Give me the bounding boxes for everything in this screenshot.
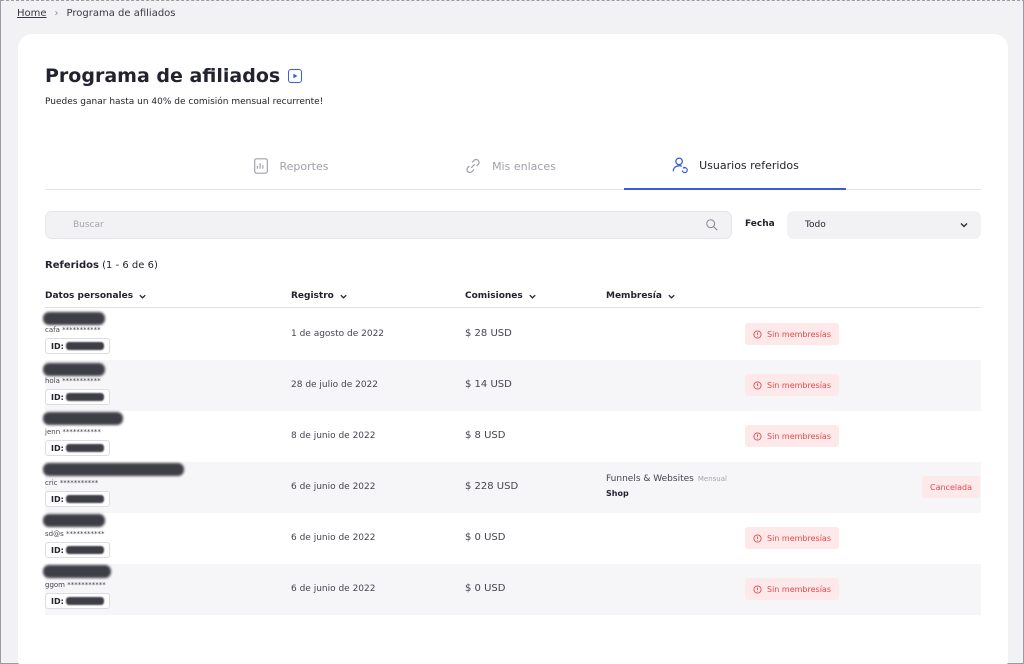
redacted-id bbox=[65, 393, 104, 401]
user-id-badge: ID: bbox=[45, 389, 110, 405]
breadcrumb-home-link[interactable]: Home bbox=[17, 8, 47, 19]
registration-date: 1 de agosto de 2022 bbox=[291, 329, 385, 339]
search-box bbox=[45, 211, 732, 239]
referrals-count: (1 - 6 de 6) bbox=[102, 260, 158, 271]
membership-plan: Mensual bbox=[697, 475, 727, 483]
chevron-down-icon bbox=[139, 294, 146, 299]
date-filter-label: Fecha bbox=[745, 219, 775, 229]
redacted-name bbox=[43, 412, 123, 425]
table-row[interactable]: jenn *********** ID: 8 de junio de 2022 … bbox=[43, 411, 981, 462]
main-card: Programa de afiliados Puedes ganar hasta… bbox=[18, 34, 1008, 664]
commission-amount: $ 0 USD bbox=[465, 532, 506, 543]
link-icon bbox=[466, 158, 480, 174]
page-title-text: Programa de afiliados bbox=[45, 65, 281, 87]
page-title: Programa de afiliados bbox=[45, 65, 303, 87]
redacted-name bbox=[43, 363, 105, 376]
user-referral-icon bbox=[672, 157, 688, 174]
user-email: ggom *********** bbox=[45, 581, 106, 589]
redacted-id bbox=[65, 597, 104, 605]
top-border bbox=[1, 0, 1024, 1]
user-email: sd@s *********** bbox=[45, 530, 105, 538]
table-header: Datos personales Registro Comisiones Mem… bbox=[45, 288, 981, 308]
user-id-badge: ID: bbox=[45, 491, 110, 507]
user-email: hola *********** bbox=[45, 377, 101, 385]
user-id-badge: ID: bbox=[45, 542, 110, 558]
table-row[interactable]: ggom *********** ID: 6 de junio de 2022 … bbox=[43, 564, 981, 615]
status-badge-cancelled: Cancelada bbox=[922, 476, 980, 498]
chevron-right-icon: › bbox=[54, 8, 59, 19]
alert-circle-icon bbox=[753, 431, 762, 441]
table-row[interactable]: cric *********** ID: 6 de junio de 2022 … bbox=[43, 462, 981, 513]
commission-amount: $ 14 USD bbox=[465, 379, 512, 390]
redacted-id bbox=[65, 495, 104, 503]
breadcrumb-current: Programa de afiliados bbox=[66, 8, 176, 19]
column-registro[interactable]: Registro bbox=[291, 291, 348, 301]
user-email: cafa *********** bbox=[45, 326, 101, 334]
user-id-badge: ID: bbox=[45, 338, 110, 354]
referrals-title: Referidos bbox=[45, 260, 99, 271]
alert-circle-icon bbox=[753, 329, 762, 339]
search-input[interactable] bbox=[46, 212, 666, 238]
report-icon bbox=[253, 158, 268, 174]
status-badge: Sin membresías bbox=[745, 578, 839, 600]
registration-date: 6 de junio de 2022 bbox=[291, 482, 376, 492]
play-video-icon[interactable] bbox=[288, 69, 303, 83]
commission-amount: $ 8 USD bbox=[465, 430, 506, 441]
membership-product: Shop bbox=[606, 489, 629, 498]
redacted-name bbox=[43, 463, 184, 476]
chevron-down-icon bbox=[529, 294, 536, 299]
column-datos-personales[interactable]: Datos personales bbox=[45, 291, 147, 301]
redacted-name bbox=[43, 565, 111, 578]
user-email: cric *********** bbox=[45, 479, 99, 487]
user-id-badge: ID: bbox=[45, 593, 110, 609]
user-id-badge: ID: bbox=[45, 440, 110, 456]
date-filter-select[interactable]: Todo bbox=[787, 211, 981, 239]
alert-circle-icon bbox=[753, 380, 762, 390]
alert-circle-icon bbox=[753, 533, 762, 543]
alert-circle-icon bbox=[753, 584, 762, 594]
commission-amount: $ 0 USD bbox=[465, 583, 506, 594]
table-row[interactable]: hola *********** ID: 28 de julio de 2022… bbox=[43, 360, 981, 411]
user-email: jenn *********** bbox=[45, 428, 101, 436]
tab-bar: Reportes Mis enlaces Usuarios referidos bbox=[45, 142, 981, 190]
registration-date: 28 de julio de 2022 bbox=[291, 380, 379, 390]
redacted-name bbox=[43, 514, 105, 527]
redacted-name bbox=[43, 312, 105, 325]
table-row[interactable]: cafa *********** ID: 1 de agosto de 2022… bbox=[43, 309, 981, 360]
column-comisiones[interactable]: Comisiones bbox=[465, 291, 537, 301]
referrals-heading: Referidos (1 - 6 de 6) bbox=[45, 260, 158, 271]
table-row[interactable]: sd@s *********** ID: 6 de junio de 2022 … bbox=[43, 513, 981, 564]
search-icon[interactable] bbox=[705, 218, 719, 232]
tab-mis-enlaces[interactable]: Mis enlaces bbox=[435, 142, 585, 190]
redacted-id bbox=[65, 444, 104, 452]
breadcrumb: Home › Programa de afiliados bbox=[17, 8, 176, 19]
status-badge: Sin membresías bbox=[745, 527, 839, 549]
commission-amount: $ 228 USD bbox=[465, 481, 519, 492]
date-filter-value: Todo bbox=[805, 220, 826, 230]
page-subtitle: Puedes ganar hasta un 40% de comisión me… bbox=[45, 97, 324, 107]
redacted-id bbox=[65, 546, 104, 554]
tab-usuarios-referidos[interactable]: Usuarios referidos bbox=[624, 142, 846, 190]
commission-amount: $ 28 USD bbox=[465, 328, 512, 339]
redacted-id bbox=[65, 342, 104, 350]
status-badge: Sin membresías bbox=[745, 374, 839, 396]
column-membresia[interactable]: Membresía bbox=[606, 291, 676, 301]
chevron-down-icon bbox=[340, 294, 347, 299]
chevron-down-icon bbox=[960, 223, 968, 228]
status-badge: Sin membresías bbox=[745, 425, 839, 447]
status-badge: Sin membresías bbox=[745, 323, 839, 345]
registration-date: 8 de junio de 2022 bbox=[291, 431, 376, 441]
chevron-down-icon bbox=[668, 294, 675, 299]
registration-date: 6 de junio de 2022 bbox=[291, 533, 376, 543]
membership-name: Funnels & Websites Mensual bbox=[606, 474, 727, 484]
tab-reportes[interactable]: Reportes bbox=[205, 142, 375, 190]
registration-date: 6 de junio de 2022 bbox=[291, 584, 376, 594]
